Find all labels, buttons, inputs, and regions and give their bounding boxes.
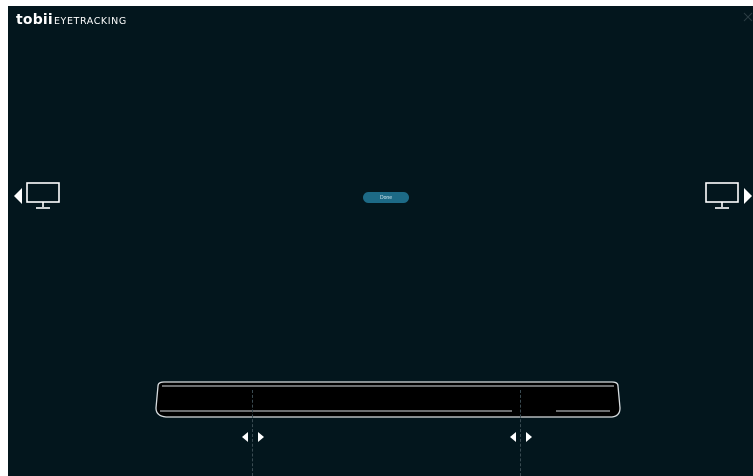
next-display-button[interactable] bbox=[705, 182, 753, 210]
left-drag-handle[interactable] bbox=[241, 431, 265, 443]
arrow-right-icon bbox=[258, 432, 264, 442]
chevron-right-icon bbox=[744, 188, 752, 204]
arrow-right-icon bbox=[526, 432, 532, 442]
done-button[interactable]: Done bbox=[363, 192, 409, 203]
logo-text: EYETRACKING bbox=[53, 16, 127, 27]
monitor-icon bbox=[705, 182, 739, 209]
arrow-left-icon bbox=[510, 432, 516, 442]
eye-tracker-device bbox=[155, 381, 621, 418]
monitor-icon bbox=[26, 182, 60, 209]
logo-mark: tobii bbox=[16, 12, 53, 28]
tobii-logo: tobii EYETRACKING bbox=[16, 12, 127, 28]
setup-window: tobii EYETRACKING Done bbox=[8, 6, 753, 476]
previous-display-button[interactable] bbox=[13, 182, 65, 210]
right-drag-handle[interactable] bbox=[509, 431, 533, 443]
close-icon[interactable] bbox=[743, 9, 753, 22]
chevron-left-icon bbox=[14, 188, 22, 204]
arrow-left-icon bbox=[242, 432, 248, 442]
